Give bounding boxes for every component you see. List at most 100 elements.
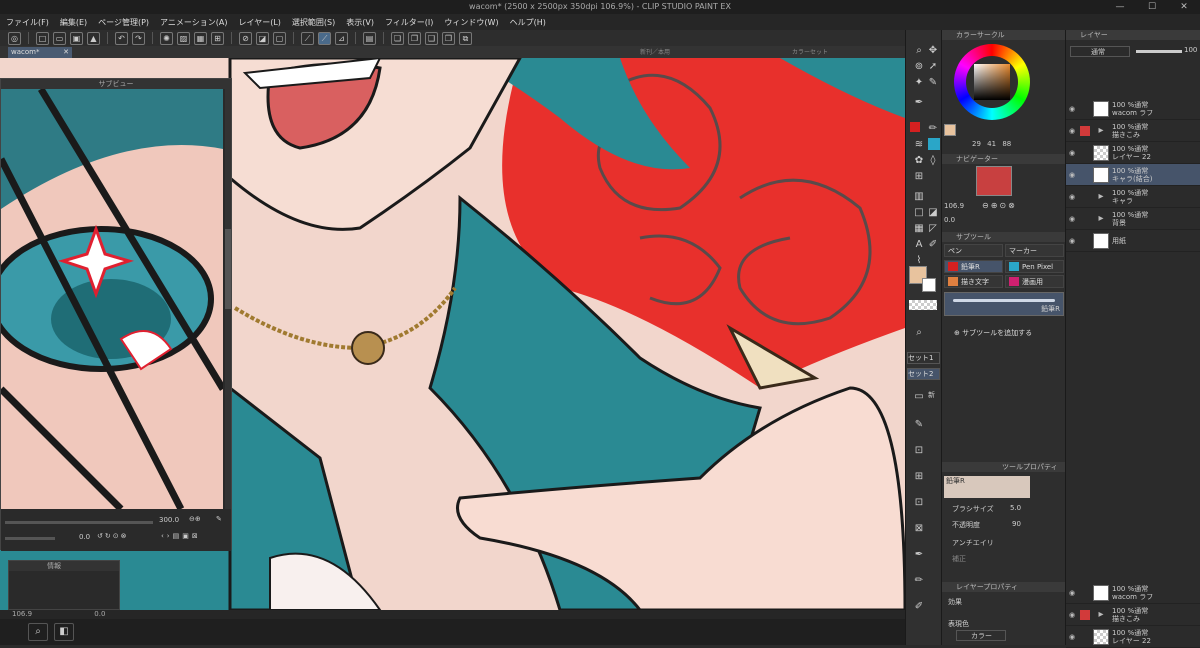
clip-studio-icon[interactable]: ◎ xyxy=(8,31,21,45)
brush-icon[interactable] xyxy=(928,138,940,150)
layer-lock-icon[interactable] xyxy=(1080,236,1090,246)
tool-h-icon[interactable]: ✐ xyxy=(912,600,926,614)
menu-page[interactable]: ページ管理(P) xyxy=(98,17,149,28)
visibility-eye-icon[interactable]: ◉ xyxy=(1069,149,1079,157)
visibility-eye-icon[interactable]: ◉ xyxy=(1069,611,1079,619)
close-tab-icon[interactable]: ✕ xyxy=(63,47,69,58)
visibility-eye-icon[interactable]: ◉ xyxy=(1069,193,1079,201)
layer-lock-icon[interactable] xyxy=(1080,588,1090,598)
visibility-eye-icon[interactable]: ◉ xyxy=(1069,589,1079,597)
blend-icon[interactable]: ⊞ xyxy=(912,170,926,184)
undo-icon[interactable]: ↶ xyxy=(115,31,128,45)
tool-b-icon[interactable]: ⊡ xyxy=(912,444,926,458)
status-rotation[interactable]: 0.0 xyxy=(94,610,105,618)
export-icon[interactable]: ▲ xyxy=(87,31,100,45)
layer-opacity-slider[interactable] xyxy=(1136,50,1182,53)
zoom-icon[interactable]: ⌕ xyxy=(912,44,926,58)
layer-row[interactable]: ◉ 100 %通常 wacom ラフ xyxy=(1066,582,1200,604)
clear-icon[interactable]: ▨ xyxy=(177,31,190,45)
grid-snap-icon[interactable]: ⊿ xyxy=(335,31,348,45)
ruler-snap-icon[interactable]: ⟋ xyxy=(301,31,314,45)
status-zoom[interactable]: 106.9 xyxy=(12,610,32,618)
navigator-thumbnail[interactable] xyxy=(976,166,1012,196)
layer-lock-icon[interactable] xyxy=(1080,632,1090,642)
layer-lock-icon[interactable] xyxy=(1080,104,1090,114)
eyedropper-icon[interactable]: ✎ xyxy=(216,515,222,523)
pencil-icon[interactable]: ✏ xyxy=(926,122,940,136)
subtool-item[interactable]: Pen Pixel xyxy=(1005,260,1064,273)
minimize-button[interactable]: — xyxy=(1104,0,1136,14)
expand-selection-icon[interactable]: ▢ xyxy=(273,31,286,45)
frame-icon[interactable]: ▦ xyxy=(912,222,926,236)
airbrush-icon[interactable]: ≋ xyxy=(912,138,926,152)
pen-icon[interactable]: ✒ xyxy=(912,96,926,110)
subtool-preview[interactable]: 鉛筆R xyxy=(944,292,1064,316)
page-list-icon[interactable]: ❒ xyxy=(442,31,455,45)
close-button[interactable]: ✕ xyxy=(1168,0,1200,14)
move-icon[interactable]: ✥ xyxy=(926,44,940,58)
zoom-in-icon[interactable]: ⊖⊕ xyxy=(189,515,201,523)
zoom-slider[interactable] xyxy=(5,521,153,524)
tool-e-icon[interactable]: ⊠ xyxy=(912,522,926,536)
layer-row[interactable]: ◉ ▸ 100 %通常 背景 xyxy=(1066,208,1200,230)
group-pen[interactable]: ペン xyxy=(944,244,1003,257)
save-icon[interactable]: ▣ xyxy=(70,31,83,45)
open-file-icon[interactable]: ▭ xyxy=(53,31,66,45)
layer-lock-icon[interactable] xyxy=(1080,609,1090,620)
invert-selection-icon[interactable]: ◪ xyxy=(256,31,269,45)
navigator-zoom-icons[interactable]: ⊖⊕⊙⊗ xyxy=(982,201,1017,210)
tool-g-icon[interactable]: ✏ xyxy=(912,574,926,588)
layer-lock-icon[interactable] xyxy=(1080,192,1090,202)
visibility-eye-icon[interactable]: ◉ xyxy=(1069,633,1079,641)
menu-file[interactable]: ファイル(F) xyxy=(6,17,49,28)
subtool-item[interactable]: 漫画用 xyxy=(1005,275,1064,288)
document-tab[interactable]: wacom* ✕ xyxy=(8,47,72,58)
tool-c-icon[interactable]: ⊞ xyxy=(912,470,926,484)
tool-f-icon[interactable]: ✒ xyxy=(912,548,926,562)
visibility-eye-icon[interactable]: ◉ xyxy=(1069,215,1079,223)
fill-icon[interactable]: ▦ xyxy=(194,31,207,45)
expression-select[interactable]: カラー xyxy=(956,630,1006,641)
rotate-slider[interactable] xyxy=(5,537,55,540)
menu-help[interactable]: ヘルプ(H) xyxy=(510,17,546,28)
subtool-item[interactable]: 描き文字 xyxy=(944,275,1003,288)
set-1-tab[interactable]: セット1 xyxy=(907,352,940,364)
tool-d-icon[interactable]: ⊡ xyxy=(912,496,926,510)
navigator-rotation[interactable]: 0.0 xyxy=(944,216,955,224)
transform-icon[interactable]: ⊞ xyxy=(211,31,224,45)
blend-mode-select[interactable]: 通常 xyxy=(1070,46,1130,57)
layer-row[interactable]: ◉ ▸ 100 %通常 キャラ xyxy=(1066,186,1200,208)
tool-a-icon[interactable]: ✎ xyxy=(912,418,926,432)
brush-size-value[interactable]: 5.0 xyxy=(1010,504,1021,512)
search-icon[interactable]: ⌕ xyxy=(912,326,926,340)
decoration-icon[interactable]: ✿ xyxy=(912,154,926,168)
redo-icon[interactable]: ↷ xyxy=(132,31,145,45)
visibility-eye-icon[interactable]: ◉ xyxy=(1069,127,1079,135)
subtool-item[interactable]: 鉛筆R xyxy=(944,260,1003,273)
sub-view-rotation[interactable]: 0.0 xyxy=(79,533,90,541)
pen-tool-icon[interactable] xyxy=(910,122,920,132)
info-panel[interactable]: 情報 xyxy=(8,560,120,610)
sub-color-swatch[interactable] xyxy=(922,278,936,292)
deselect-icon[interactable]: ⊘ xyxy=(239,31,252,45)
fill-tool-icon[interactable]: ▥ xyxy=(912,190,926,204)
layer-row[interactable]: ◉ ▸ 100 %通常 描きこみ xyxy=(1066,604,1200,626)
figure-icon[interactable]: ◪ xyxy=(926,206,940,220)
rotate-icons[interactable]: ↺↻⊙⊗ xyxy=(97,532,128,540)
new-file-icon[interactable]: □ xyxy=(36,31,49,45)
layer-row[interactable]: ◉ 100 %通常 wacom ラフ xyxy=(1066,98,1200,120)
visibility-eye-icon[interactable]: ◉ xyxy=(1069,237,1079,245)
layer-row[interactable]: ◉ ▸ 100 %通常 描きこみ xyxy=(1066,120,1200,142)
gradient-icon[interactable]: □ xyxy=(912,206,926,220)
nav-icons[interactable]: ‹›▤▣⊠ xyxy=(161,532,201,540)
menu-edit[interactable]: 編集(E) xyxy=(60,17,87,28)
set-2-tab[interactable]: セット2 xyxy=(907,368,940,380)
layer-row[interactable]: ◉ 100 %通常 レイヤー 22 xyxy=(1066,142,1200,164)
layer-row[interactable]: ◉ 100 %通常 キャラ(結合) xyxy=(1066,164,1200,186)
transparent-color-swatch[interactable] xyxy=(909,300,937,310)
speech-icon[interactable]: ▭ xyxy=(912,390,926,404)
eyedropper-tool-icon[interactable]: ✎ xyxy=(926,76,940,90)
story-icon[interactable]: ❏ xyxy=(391,31,404,45)
page-icon[interactable]: ▤ xyxy=(363,31,376,45)
layer-lock-icon[interactable] xyxy=(1080,125,1090,136)
